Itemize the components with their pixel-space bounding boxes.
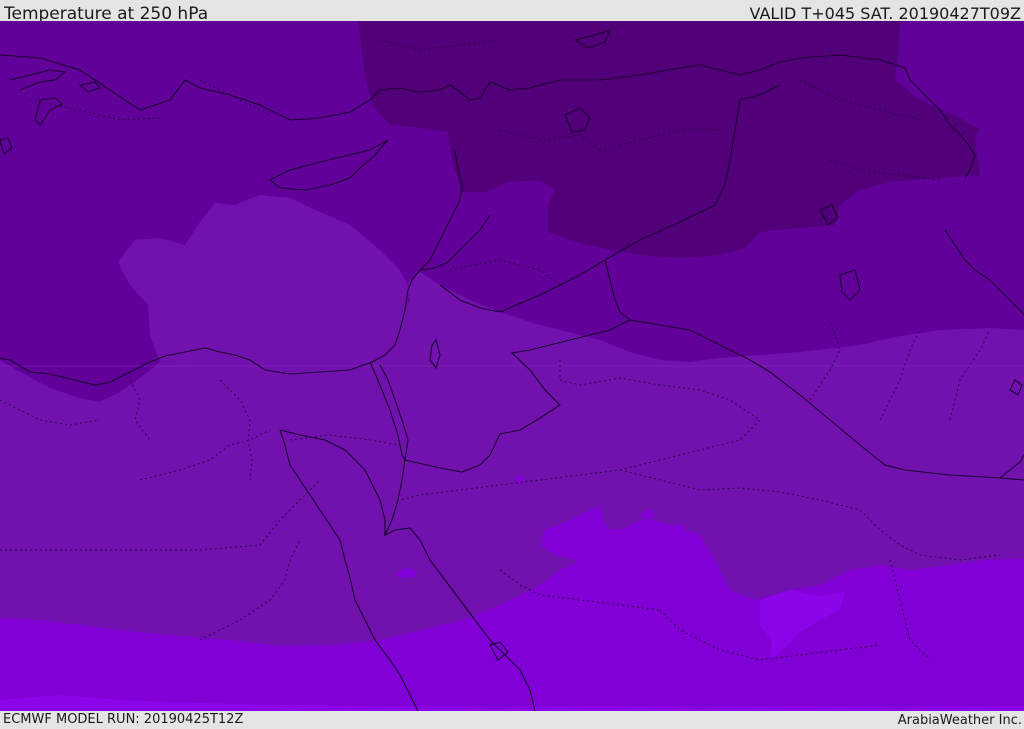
credit-label: ArabiaWeather Inc. bbox=[897, 713, 1022, 728]
map-footer: ECMWF MODEL RUN: 20190425T12Z ArabiaWeat… bbox=[0, 711, 1024, 729]
map-header: Temperature at 250 hPa VALID T+045 SAT. … bbox=[0, 0, 1024, 24]
map-canvas bbox=[0, 21, 1024, 711]
temperature-map[interactable] bbox=[0, 21, 1024, 711]
model-run-label: ECMWF MODEL RUN: 20190425T12Z bbox=[3, 712, 244, 727]
